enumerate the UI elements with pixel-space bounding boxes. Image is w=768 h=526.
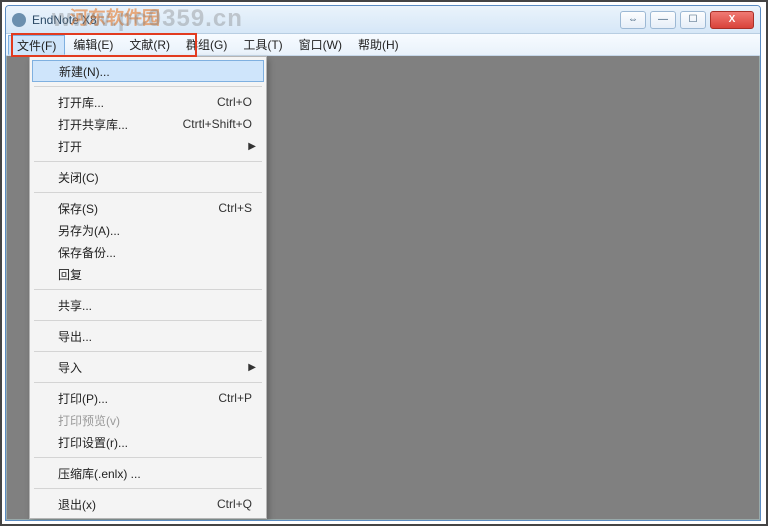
menu-help[interactable]: 帮助(H): [350, 34, 407, 55]
menu-item-label: 保存(S): [58, 200, 98, 217]
menu-separator: [34, 320, 262, 321]
menu-item-label: 保存备份...: [58, 244, 116, 261]
menu-item-label: 导入: [58, 359, 82, 376]
menu-shortcut: Ctrl+Q: [217, 497, 252, 511]
menu-item-save-as[interactable]: 另存为(A)...: [32, 219, 264, 241]
window-controls: ⇔ — ☐ X: [620, 11, 754, 29]
outer-frame: EndNote X8 ⇔ — ☐ X 文件(F) 编辑(E) 文献(R) 群组(…: [0, 0, 768, 526]
window-title: EndNote X8: [32, 13, 97, 27]
menu-separator: [34, 192, 262, 193]
menu-separator: [34, 289, 262, 290]
menu-item-label: 打印预览(v): [58, 412, 120, 429]
menu-item-import[interactable]: 导入 ▶: [32, 356, 264, 378]
menu-item-label: 回复: [58, 266, 82, 283]
menu-item-label: 新建(N)...: [59, 63, 110, 80]
menu-separator: [34, 457, 262, 458]
menu-shortcut: Ctrtl+Shift+O: [183, 117, 252, 131]
menu-item-label: 打开: [58, 138, 82, 155]
menu-item-print-setup[interactable]: 打印设置(r)...: [32, 431, 264, 453]
minimize-button[interactable]: —: [650, 11, 676, 29]
menu-file[interactable]: 文件(F): [8, 35, 65, 55]
menu-item-compress[interactable]: 压缩库(.enlx) ...: [32, 462, 264, 484]
menu-item-label: 打印(P)...: [58, 390, 108, 407]
menu-item-label: 退出(x): [58, 496, 96, 513]
menu-item-open[interactable]: 打开 ▶: [32, 135, 264, 157]
menu-item-save-backup[interactable]: 保存备份...: [32, 241, 264, 263]
menu-item-revert[interactable]: 回复: [32, 263, 264, 285]
menu-item-open-library[interactable]: 打开库... Ctrl+O: [32, 91, 264, 113]
menu-item-save[interactable]: 保存(S) Ctrl+S: [32, 197, 264, 219]
menu-shortcut: Ctrl+O: [217, 95, 252, 109]
close-button[interactable]: X: [710, 11, 754, 29]
menu-item-print[interactable]: 打印(P)... Ctrl+P: [32, 387, 264, 409]
menu-item-label: 另存为(A)...: [58, 222, 120, 239]
menu-separator: [34, 86, 262, 87]
menu-groups[interactable]: 群组(G): [178, 34, 235, 55]
menu-item-label: 打开库...: [58, 94, 104, 111]
menu-item-label: 压缩库(.enlx) ...: [58, 465, 141, 482]
menu-tools[interactable]: 工具(T): [235, 34, 290, 55]
menu-item-share[interactable]: 共享...: [32, 294, 264, 316]
menu-shortcut: Ctrl+S: [218, 201, 252, 215]
menu-item-label: 打印设置(r)...: [58, 434, 128, 451]
menubar: 文件(F) 编辑(E) 文献(R) 群组(G) 工具(T) 窗口(W) 帮助(H…: [6, 34, 760, 56]
maximize-toggle-button[interactable]: ⇔: [620, 11, 646, 29]
menu-references[interactable]: 文献(R): [121, 34, 178, 55]
restore-button[interactable]: ☐: [680, 11, 706, 29]
submenu-arrow-icon: ▶: [248, 141, 256, 152]
menu-separator: [34, 488, 262, 489]
menu-item-open-shared[interactable]: 打开共享库... Ctrtl+Shift+O: [32, 113, 264, 135]
menu-item-new[interactable]: 新建(N)...: [32, 60, 264, 82]
menu-separator: [34, 161, 262, 162]
menu-window[interactable]: 窗口(W): [291, 34, 350, 55]
menu-item-exit[interactable]: 退出(x) Ctrl+Q: [32, 493, 264, 515]
menu-edit[interactable]: 编辑(E): [65, 34, 121, 55]
app-window: EndNote X8 ⇔ — ☐ X 文件(F) 编辑(E) 文献(R) 群组(…: [5, 5, 761, 521]
menu-item-label: 关闭(C): [58, 169, 99, 186]
menu-item-label: 打开共享库...: [58, 116, 128, 133]
menu-item-print-preview: 打印预览(v): [32, 409, 264, 431]
menu-separator: [34, 351, 262, 352]
file-menu-dropdown: 新建(N)... 打开库... Ctrl+O 打开共享库... Ctrtl+Shif…: [29, 56, 267, 519]
menu-item-close[interactable]: 关闭(C): [32, 166, 264, 188]
submenu-arrow-icon: ▶: [248, 362, 256, 373]
menu-shortcut: Ctrl+P: [218, 391, 252, 405]
menu-item-label: 共享...: [58, 297, 92, 314]
menu-item-label: 导出...: [58, 328, 92, 345]
titlebar: EndNote X8 ⇔ — ☐ X: [6, 6, 760, 34]
app-icon: [12, 13, 26, 27]
menu-separator: [34, 382, 262, 383]
menu-item-export[interactable]: 导出...: [32, 325, 264, 347]
